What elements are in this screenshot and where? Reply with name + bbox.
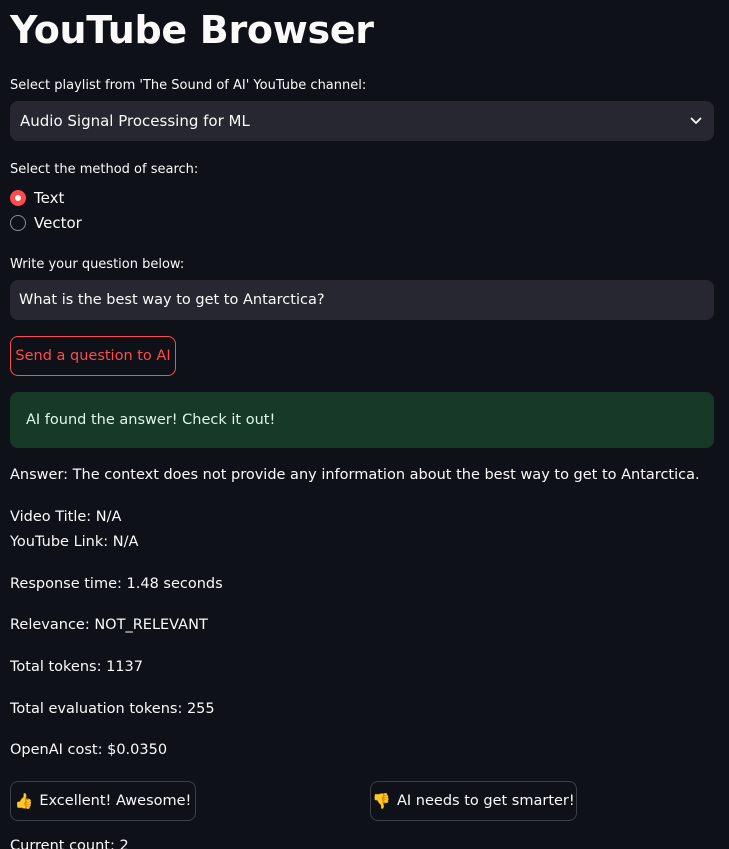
thumbs-down-icon: 👎 (372, 792, 391, 810)
playlist-selected-value: Audio Signal Processing for ML (20, 112, 250, 130)
question-input[interactable] (10, 280, 714, 320)
radio-option-text[interactable]: Text (10, 188, 64, 208)
response-time-text: Response time: 1.48 seconds (10, 576, 223, 592)
radio-checked-icon (10, 190, 26, 206)
answer-text: Answer: The context does not provide any… (10, 467, 700, 483)
radio-option-label: Vector (34, 214, 82, 232)
thumbs-up-icon: 👍 (14, 792, 34, 810)
total-tokens-text: Total tokens: 1137 (10, 659, 143, 675)
send-question-button[interactable]: Send a question to AI (10, 336, 176, 376)
success-alert-message: AI found the answer! Check it out! (26, 412, 276, 428)
positive-feedback-button[interactable]: 👍 Excellent! Awesome! (10, 781, 196, 821)
negative-feedback-label: AI needs to get smarter! (397, 793, 575, 809)
chevron-down-icon (688, 113, 704, 129)
question-label: Write your question below: (10, 257, 185, 272)
eval-tokens-text: Total evaluation tokens: 255 (10, 701, 215, 717)
video-title-text: Video Title: N/A (10, 509, 122, 525)
positive-feedback-label: Excellent! Awesome! (39, 793, 192, 809)
playlist-select[interactable]: Audio Signal Processing for ML (10, 101, 714, 141)
playlist-label: Select playlist from 'The Sound of AI' Y… (10, 78, 367, 93)
search-method-label: Select the method of search: (10, 162, 199, 177)
relevance-text: Relevance: NOT_RELEVANT (10, 617, 208, 633)
negative-feedback-button[interactable]: 👎 AI needs to get smarter! (370, 781, 577, 821)
radio-option-vector[interactable]: Vector (10, 213, 82, 233)
openai-cost-text: OpenAI cost: $0.0350 (10, 742, 168, 758)
current-count-text: Current count: 2 (10, 838, 129, 849)
youtube-link-text: YouTube Link: N/A (10, 534, 139, 550)
page-title: YouTube Browser (10, 8, 374, 52)
radio-unchecked-icon (10, 215, 26, 231)
success-alert: AI found the answer! Check it out! (10, 392, 714, 448)
radio-option-label: Text (34, 189, 65, 207)
